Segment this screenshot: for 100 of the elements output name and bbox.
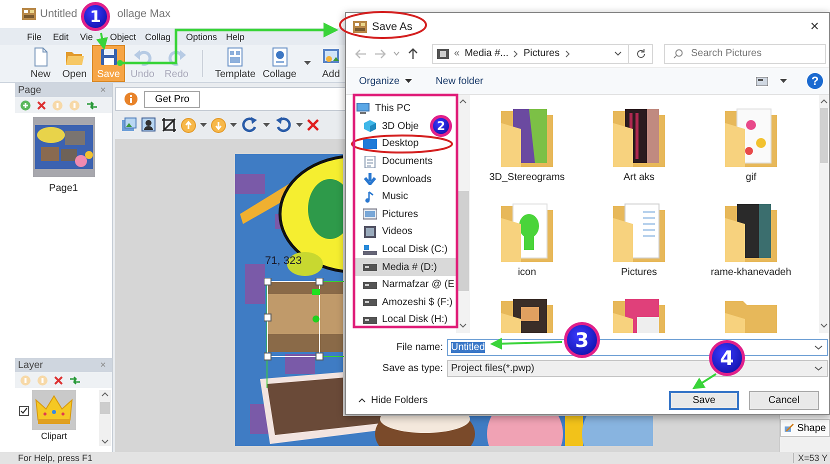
dropdown-caret-icon xyxy=(200,122,207,128)
move-up-icon xyxy=(20,374,31,386)
info-icon xyxy=(124,92,138,106)
shape-icon xyxy=(784,422,794,434)
redo-icon xyxy=(166,47,186,67)
dialog-button[interactable]: Cancel xyxy=(749,391,819,410)
new-folder-button[interactable]: New folder xyxy=(436,76,484,86)
search-icon xyxy=(673,48,683,58)
help-button[interactable]: ? xyxy=(807,73,823,89)
add-icon xyxy=(20,100,31,110)
drive-icon xyxy=(363,261,377,274)
view-icon[interactable] xyxy=(756,76,768,86)
replace-picture-icon[interactable] xyxy=(121,117,137,133)
menu-item[interactable]: Help xyxy=(226,32,245,42)
pointer-arrow xyxy=(692,373,717,390)
collage-icon xyxy=(270,47,290,67)
dropdown-caret-icon[interactable] xyxy=(814,345,823,350)
dropdown-caret-icon xyxy=(296,122,303,128)
chevron-icon xyxy=(513,50,518,58)
dropdown-caret-icon[interactable] xyxy=(814,366,823,371)
toolbar-button[interactable]: New xyxy=(24,45,57,82)
address-bar[interactable]: « Media #... Pictures xyxy=(432,44,629,64)
breadcrumb[interactable]: Media #... xyxy=(464,48,508,59)
bring-forward-icon xyxy=(181,118,196,132)
template-icon xyxy=(225,47,246,67)
delete-icon xyxy=(37,100,46,110)
folder-item[interactable]: gif xyxy=(695,103,807,198)
nav-item[interactable]: Music xyxy=(353,188,410,206)
swap-icon xyxy=(69,376,81,384)
close-button[interactable]: × xyxy=(810,18,819,35)
send-backward-icon xyxy=(211,118,226,132)
rotate-left-icon[interactable] xyxy=(274,117,292,133)
nav-item[interactable]: Documents xyxy=(353,152,435,170)
hide-folders-button[interactable]: Hide Folders xyxy=(358,395,428,406)
menu-item[interactable]: Vie xyxy=(80,32,93,42)
window-title: Untitled xyxy=(40,8,78,20)
document-icon xyxy=(363,156,377,168)
menu-item[interactable]: Object xyxy=(110,32,136,42)
nav-item[interactable]: Pictures xyxy=(353,206,420,224)
menu-item[interactable]: Collag xyxy=(145,32,171,42)
field-label: Save as type: xyxy=(381,363,444,374)
drive-icon xyxy=(363,244,377,256)
organize-button[interactable]: Organize xyxy=(359,76,412,86)
panel-title: Page xyxy=(18,84,42,96)
menu-item[interactable]: Options xyxy=(186,32,218,42)
search-field[interactable]: Search Pictures xyxy=(664,44,826,64)
layer-label: Clipart xyxy=(40,431,67,441)
panel-title: Layer xyxy=(18,360,44,370)
refresh-icon xyxy=(636,48,646,58)
nav-item[interactable]: Local Disk (C:) xyxy=(353,240,450,258)
dialog-button[interactable]: Save xyxy=(669,391,739,410)
toolbar-button[interactable]: Open xyxy=(58,45,91,82)
desktop-icon xyxy=(363,138,377,150)
shape-button[interactable]: Shape xyxy=(780,419,830,437)
menu-item[interactable]: File xyxy=(27,32,42,42)
picture-icon xyxy=(363,208,377,220)
menu-item[interactable]: Edit xyxy=(53,32,69,42)
folder-item[interactable]: rame-khanevadeh xyxy=(695,198,807,293)
rotate-right-icon[interactable] xyxy=(241,117,259,133)
crown-icon xyxy=(32,390,76,430)
folder-item[interactable]: icon xyxy=(471,198,583,293)
up-icon[interactable] xyxy=(407,48,419,60)
breadcrumb-overflow[interactable]: « xyxy=(454,48,460,59)
nav-item[interactable]: Downloads xyxy=(353,170,434,188)
nav-item[interactable]: Desktop xyxy=(353,135,421,153)
folder-item[interactable]: 3D_Stereograms xyxy=(471,103,583,198)
nav-item[interactable]: Local Disk (H:) xyxy=(353,311,450,329)
app-icon xyxy=(353,20,367,32)
undo-icon xyxy=(132,47,152,67)
field-label: File name: xyxy=(395,342,444,353)
nav-item[interactable]: This PC xyxy=(353,100,413,118)
crop-icon[interactable] xyxy=(161,117,177,133)
folder-item[interactable]: Pictures xyxy=(583,198,695,293)
window-title: ollage Max xyxy=(117,8,170,20)
dropdown-caret-icon xyxy=(230,122,237,128)
move-up-icon xyxy=(52,100,63,110)
computer-icon xyxy=(356,102,370,115)
nav-item[interactable]: Media # (D:) xyxy=(353,258,456,276)
get-pro-button[interactable]: Get Pro xyxy=(144,90,200,108)
status-text: For Help, press F1 xyxy=(18,453,93,463)
move-down-icon xyxy=(37,374,48,386)
portrait-icon[interactable] xyxy=(141,117,157,133)
refresh-button[interactable] xyxy=(629,44,653,64)
delete-icon xyxy=(54,376,63,384)
dialog-title: Save As xyxy=(372,20,412,32)
drive-icon xyxy=(363,296,377,308)
nav-item[interactable]: Videos xyxy=(353,223,414,241)
chevron-icon xyxy=(564,50,570,58)
toolbar-button[interactable]: Template xyxy=(212,45,259,82)
coordinates-readout: X=53 Y xyxy=(793,453,830,463)
nav-item[interactable]: Narmafzar @ (E xyxy=(353,276,456,294)
nav-item[interactable]: 3D Obje xyxy=(353,118,421,136)
toolbar-button[interactable]: Collage xyxy=(260,45,300,82)
checkbox[interactable] xyxy=(19,406,29,416)
breadcrumb[interactable]: Pictures xyxy=(523,48,560,59)
dropdown-caret-icon xyxy=(263,122,270,128)
drive-icon xyxy=(437,48,449,58)
delete-icon[interactable] xyxy=(307,119,319,131)
nav-item[interactable]: Amozeshi $ (F:) xyxy=(353,294,455,312)
folder-item[interactable]: Art aks xyxy=(583,103,695,198)
